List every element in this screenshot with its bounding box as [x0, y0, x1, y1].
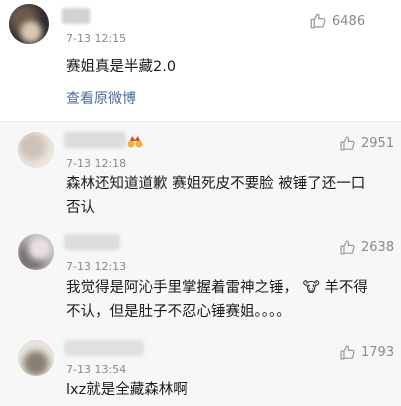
reply-text: 不认，但是肚子不忍心锤赛姐。。。。 — [66, 304, 291, 320]
like-button[interactable]: 2951 — [339, 133, 394, 153]
avatar[interactable] — [9, 4, 49, 44]
thumbs-up-icon — [340, 136, 355, 150]
reply-text: 我觉得是阿沁手里掌握着雷神之锤， 🐮 羊不得 — [66, 280, 368, 296]
reply-list: 7-13 12:18 2951 森林还知道道歉 赛姐死皮不要脸 被锤了还一口 否… — [0, 122, 401, 406]
like-count: 6486 — [332, 13, 366, 29]
reply-time: 7-13 12:13 — [66, 260, 127, 273]
avatar[interactable] — [18, 132, 54, 168]
like-button[interactable]: 2638 — [339, 237, 394, 257]
thumbs-up-icon — [340, 240, 355, 254]
username[interactable] — [64, 132, 126, 148]
vip-crown-icon — [127, 136, 143, 148]
reply-text: 森林还知道道歉 赛姐死皮不要脸 被锤了还一口 — [66, 176, 366, 192]
username[interactable] — [64, 340, 144, 356]
avatar[interactable] — [18, 340, 54, 376]
like-count: 1793 — [361, 344, 395, 360]
like-count: 2951 — [361, 135, 395, 151]
reply-text: 否认 — [66, 200, 95, 216]
username[interactable] — [62, 8, 90, 24]
like-count: 2638 — [361, 239, 395, 255]
reply-time: 7-13 13:54 — [66, 363, 127, 376]
like-button[interactable]: 1793 — [339, 342, 394, 362]
username[interactable] — [64, 234, 120, 250]
view-original-link[interactable]: 查看原微博 — [66, 89, 136, 109]
reply-text: lxz就是全藏森林啊 — [66, 382, 188, 398]
comment-time: 7-13 12:15 — [66, 32, 127, 45]
main-comment: 7-13 12:15 6486 赛姐真是半藏2.0 查看原微博 — [0, 0, 401, 122]
comment-text: 赛姐真是半藏2.0 — [66, 59, 177, 75]
avatar[interactable] — [18, 234, 54, 270]
reply-time: 7-13 12:18 — [66, 157, 127, 170]
thumbs-up-icon — [310, 13, 326, 29]
thumbs-up-icon — [340, 345, 355, 359]
like-button[interactable]: 6486 — [309, 11, 365, 31]
